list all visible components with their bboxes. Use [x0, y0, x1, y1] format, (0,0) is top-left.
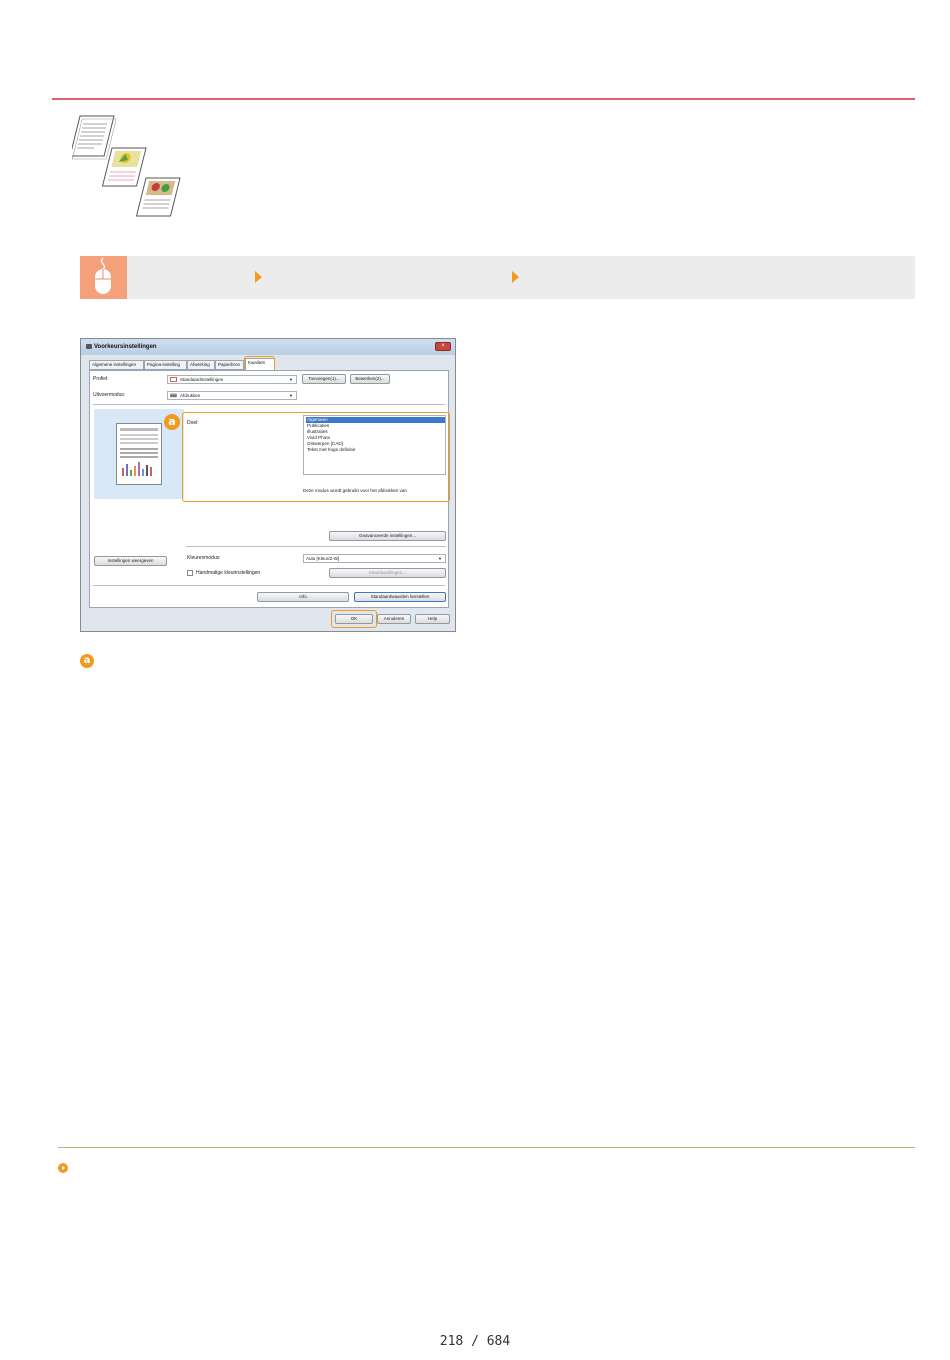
ok-button-highlight	[331, 610, 377, 628]
page-thumbnail	[116, 423, 162, 485]
color-mode-label: Kleurenmodus:	[187, 555, 221, 561]
info-button[interactable]: Info	[257, 592, 349, 602]
tab-page-setup[interactable]: Pagina-instelling	[144, 360, 187, 370]
top-divider	[52, 98, 915, 100]
bottom-divider	[58, 1147, 915, 1148]
callout-a-marker: a	[80, 654, 94, 668]
print-documents-icon	[69, 112, 187, 220]
view-settings-button[interactable]: Instellingen weergeven	[94, 556, 167, 566]
link-arrow-icon[interactable]	[58, 1163, 68, 1173]
color-mode-select[interactable]: Auto [Kleur/Z-W] ▼	[303, 554, 446, 563]
tab-general[interactable]: Algemene instellingen	[89, 360, 144, 370]
dialog-title: Voorkeursinstellingen	[94, 344, 157, 350]
tab-paper-source[interactable]: Papierbron	[215, 360, 244, 370]
profile-value: Standaardinstellingen	[180, 377, 224, 382]
close-button[interactable]: ×	[435, 342, 451, 351]
help-button[interactable]: Help	[415, 614, 450, 624]
doel-section-highlight	[182, 412, 450, 502]
printer-icon	[86, 344, 92, 349]
chevron-down-icon: ▼	[289, 377, 293, 382]
tab-finishing[interactable]: Afwerking	[187, 360, 215, 370]
page-number: 218 / 684	[439, 1334, 511, 1349]
add-profile-button[interactable]: Toevoegen(1)...	[302, 374, 346, 384]
divider	[93, 585, 445, 586]
manual-color-label: Handmatige kleurinstellingen	[196, 570, 261, 576]
profile-select[interactable]: Standaardinstellingen ▼	[167, 375, 297, 384]
advanced-settings-button[interactable]: Geavanceerde instellingen...	[329, 531, 446, 541]
callout-a-marker: a	[164, 414, 180, 430]
preferences-dialog: Voorkeursinstellingen × Algemene instell…	[80, 338, 456, 632]
restore-defaults-button[interactable]: Standaardwaarden herstellen	[354, 592, 446, 602]
output-mode-value: Afdrukken	[180, 393, 201, 398]
chevron-down-icon: ▼	[438, 556, 442, 561]
profile-icon	[170, 377, 177, 382]
color-mode-value: Auto [Kleur/Z-W]	[306, 556, 340, 561]
divider	[186, 546, 446, 547]
mouse-icon	[80, 256, 127, 299]
navigation-path-bar	[80, 256, 915, 299]
profile-label: Profiel:	[93, 376, 109, 382]
output-mode-select[interactable]: Afdrukken ▼	[167, 391, 297, 400]
chevron-down-icon: ▼	[289, 393, 293, 398]
edit-profile-button[interactable]: Bewerken(2)...	[350, 374, 390, 384]
dialog-titlebar: Voorkeursinstellingen ×	[81, 339, 455, 355]
print-icon	[170, 393, 177, 398]
color-settings-button[interactable]: Kleurinstellingen...	[329, 568, 446, 578]
output-mode-label: Uitvoermodus:	[93, 392, 126, 398]
path-separator-icon	[255, 271, 262, 283]
manual-color-checkbox[interactable]	[187, 570, 193, 576]
cancel-button[interactable]: Annuleren	[377, 614, 411, 624]
path-separator-icon	[512, 271, 519, 283]
divider	[93, 404, 445, 405]
